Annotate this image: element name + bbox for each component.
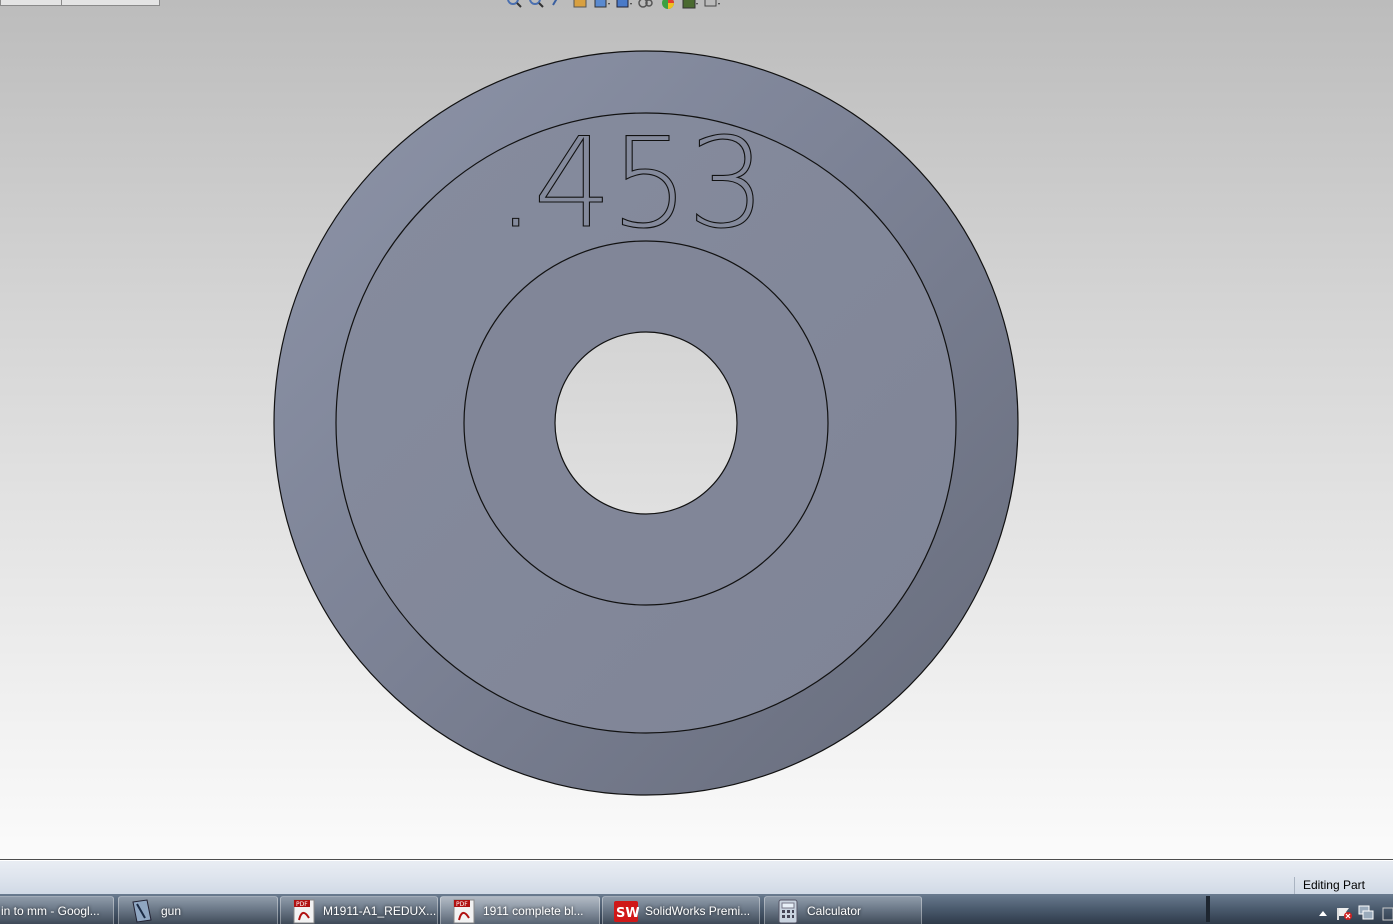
svg-text:SW: SW — [616, 906, 639, 921]
clock-area[interactable] — [1382, 907, 1393, 921]
pdf-icon: PDF — [293, 899, 315, 923]
graphics-area[interactable]: .453 — [0, 0, 1393, 860]
taskbar-item-gun[interactable]: gun — [118, 896, 278, 924]
taskbar-item-pdf-1911[interactable]: PDF 1911 complete bl... — [440, 896, 600, 924]
engraved-text[interactable]: .453 — [495, 111, 766, 256]
show-hidden-icons-icon[interactable] — [1319, 911, 1327, 916]
taskbar-separator — [1206, 896, 1210, 922]
taskbar-item-solidworks[interactable]: SW SolidWorks Premi... — [602, 896, 760, 924]
svg-text:PDF: PDF — [456, 901, 468, 908]
taskbar-item-label: Calculator — [807, 903, 862, 918]
solidworks-icon: SW — [614, 900, 639, 922]
svg-text:PDF: PDF — [296, 901, 308, 908]
taskbar-item-label: SolidWorks Premi... — [645, 903, 751, 918]
taskbar-item-label: M1911-A1_REDUX... — [323, 903, 437, 918]
taskbar-item-pdf-redux[interactable]: PDF M1911-A1_REDUX... — [280, 896, 438, 924]
status-text: Editing Part — [1293, 877, 1393, 894]
action-center-icon[interactable] — [1337, 908, 1352, 920]
taskbar-item-calculator[interactable]: Calculator — [764, 896, 922, 924]
calculator-icon — [778, 899, 798, 923]
status-bar: Editing Part — [0, 860, 1393, 895]
network-icon[interactable] — [1358, 905, 1374, 920]
taskbar-item-chrome[interactable]: in to mm - Googl... — [0, 896, 114, 924]
windows-taskbar: in to mm - Googl... gun PDF M1911-A1_RED… — [0, 894, 1393, 924]
washer-part-model[interactable]: .453 — [0, 0, 1393, 860]
taskbar-item-label: gun — [161, 903, 182, 918]
pdf-icon: PDF — [453, 899, 475, 923]
document-icon — [132, 898, 152, 923]
taskbar-item-label: 1911 complete bl... — [483, 903, 584, 918]
system-tray — [1313, 894, 1393, 924]
center-hole[interactable] — [554, 331, 738, 515]
taskbar-item-label: in to mm - Googl... — [1, 903, 100, 918]
